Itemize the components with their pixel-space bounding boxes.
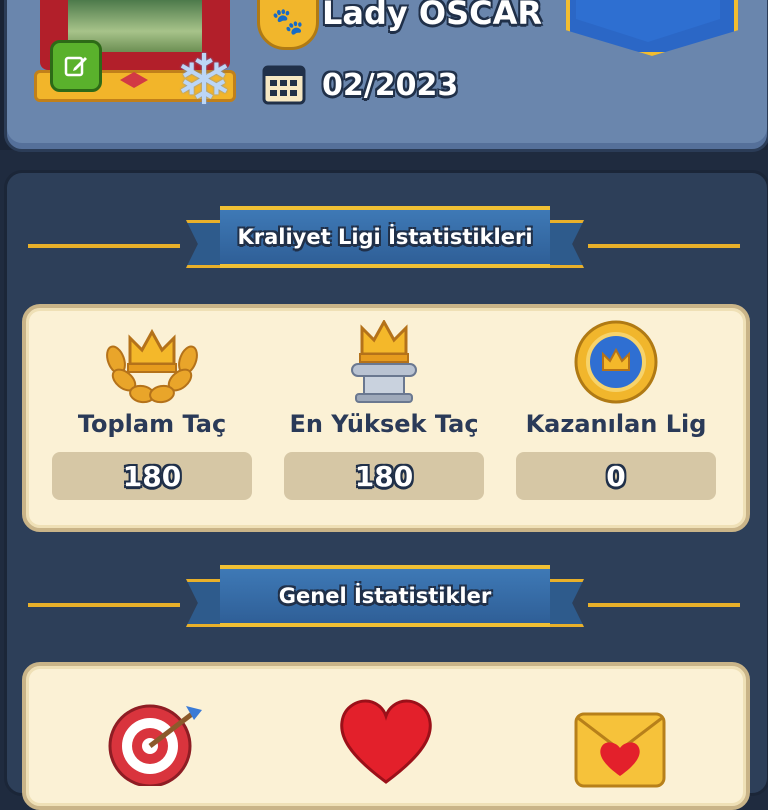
player-name: Lady OSCAR [322, 0, 543, 32]
stat-value: 0 [516, 452, 716, 500]
section-rule-left [28, 244, 180, 248]
stat-label: Kazanılan Lig [525, 410, 707, 438]
section-rule-right [588, 603, 740, 607]
join-date: 02/2023 [322, 68, 459, 103]
general-stats-title: Genel İstatistikler [220, 565, 550, 627]
target-icon [108, 704, 202, 786]
edit-profile-button[interactable] [50, 40, 102, 92]
paw-icon: 🐾 [271, 7, 305, 37]
stat-leagues-won: Kazanılan Lig 0 [506, 308, 726, 528]
edit-icon [64, 56, 87, 77]
heart-icon [340, 699, 432, 784]
profile-header: ❄ 🐾 Lady OSCAR 02/2023 [0, 0, 768, 152]
royal-league-ribbon: Kraliyet Ligi İstatistikleri [186, 206, 584, 270]
stat-label: En Yüksek Taç [289, 410, 479, 438]
royal-league-title: Kraliyet Ligi İstatistikleri [220, 206, 550, 268]
paw-badge: 🐾 [257, 0, 319, 50]
royal-league-card: Toplam Taç 180 En Yüksek Taç 180 Kazanıl… [22, 304, 750, 532]
section-rule-right [588, 244, 740, 248]
stat-highest-crowns: En Yüksek Taç 180 [274, 308, 494, 528]
crown-laurel-icon [106, 328, 198, 404]
stat-label: Toplam Taç [77, 410, 227, 438]
stat-value: 180 [284, 452, 484, 500]
calendar-icon [262, 65, 306, 105]
envelope-heart-icon [574, 712, 666, 788]
snowflake-icon: ❄ [174, 39, 234, 121]
section-rule-left [28, 603, 180, 607]
league-medal-icon [574, 320, 658, 404]
stat-value: 180 [52, 452, 252, 500]
crown-pedestal-icon [351, 320, 417, 403]
stat-total-crowns: Toplam Taç 180 [42, 308, 262, 528]
general-stats-ribbon: Genel İstatistikler [186, 565, 584, 629]
general-stats-card [22, 662, 750, 810]
